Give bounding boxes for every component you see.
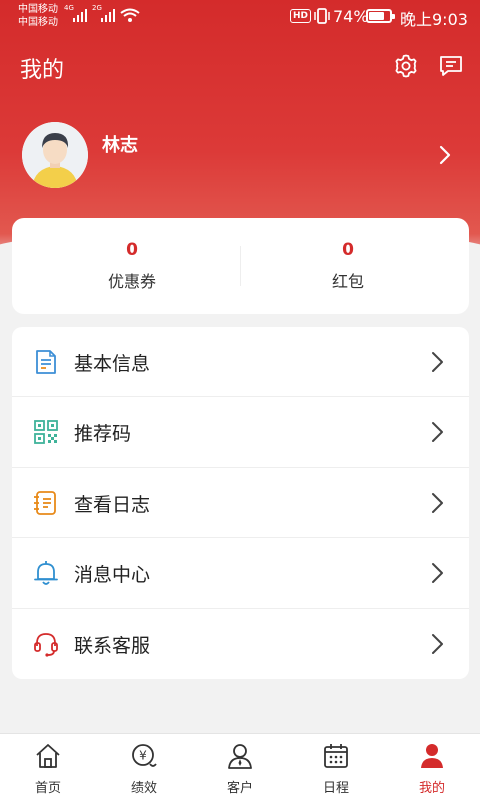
message-icon[interactable] [438, 53, 464, 79]
user-name[interactable]: 林志 [102, 131, 138, 157]
chevron-right-icon[interactable] [438, 145, 452, 165]
log-icon [34, 490, 56, 515]
vibrate-icon [314, 8, 330, 24]
signal-icon-2 [101, 9, 115, 22]
menu-list: 基本信息 推荐码 查看日志 消息中心 联系客服 [12, 327, 469, 679]
page-title: 我的 [20, 58, 65, 83]
carrier-info: 中国移动 中国移动 [18, 3, 58, 29]
bell-icon [34, 561, 58, 586]
bottom-nav: 首页 ¥ 绩效 客户 日程 我的 [0, 733, 480, 800]
menu-item-basic-info[interactable]: 基本信息 [12, 327, 469, 398]
coupon-stat[interactable]: 0 优惠券 [18, 240, 246, 292]
clock: 晚上9:03 [400, 10, 468, 29]
nav-label: 客户 [226, 781, 253, 796]
menu-item-message-center[interactable]: 消息中心 [12, 538, 469, 609]
svg-text:¥: ¥ [139, 749, 147, 763]
profile-icon [421, 744, 443, 768]
chevron-right-icon [432, 492, 443, 513]
red-packet-label: 红包 [331, 272, 364, 291]
nav-label: 首页 [34, 781, 61, 796]
nav-label: 绩效 [130, 781, 157, 796]
avatar-image [22, 122, 88, 188]
signal-icon [73, 9, 87, 22]
nav-label: 日程 [322, 781, 349, 796]
home-icon [36, 744, 60, 768]
carrier-2: 中国移动 [18, 17, 58, 28]
red-packet-stat[interactable]: 0 红包 [234, 240, 462, 292]
nav-schedule[interactable]: 日程 [288, 734, 384, 800]
carrier-1: 中国移动 [18, 4, 58, 15]
menu-label: 查看日志 [74, 493, 151, 516]
gear-icon[interactable] [393, 53, 419, 79]
chevron-right-icon [432, 633, 443, 654]
chevron-right-icon [432, 563, 443, 584]
stats-card: 0 优惠券 0 红包 [12, 218, 469, 314]
menu-label: 消息中心 [74, 564, 151, 587]
customer-icon [228, 744, 252, 769]
nav-home[interactable]: 首页 [0, 734, 96, 800]
qr-code-icon [34, 420, 58, 445]
coupon-count: 0 [126, 240, 138, 260]
chevron-right-icon [432, 352, 443, 372]
chevron-right-icon [432, 422, 443, 443]
performance-icon: ¥ [132, 744, 157, 767]
avatar[interactable] [22, 122, 88, 188]
status-bar: 中国移动 中国移动 4G 2G HD 74% 晚上9:03 [0, 0, 480, 34]
menu-label: 联系客服 [74, 634, 151, 657]
menu-item-view-logs[interactable]: 查看日志 [12, 468, 469, 539]
coupon-label: 优惠券 [107, 272, 156, 291]
calendar-icon [324, 744, 348, 768]
document-icon [36, 350, 56, 374]
menu-label: 推荐码 [74, 423, 132, 446]
hd-badge: HD [290, 9, 312, 23]
battery-icon [366, 9, 395, 23]
menu-label: 基本信息 [74, 353, 151, 375]
menu-item-customer-service[interactable]: 联系客服 [12, 609, 469, 679]
nav-profile[interactable]: 我的 [384, 734, 480, 800]
nav-label: 我的 [418, 781, 445, 796]
red-packet-count: 0 [342, 240, 354, 260]
headset-icon [34, 632, 58, 657]
wifi-icon [120, 8, 140, 22]
nav-customer[interactable]: 客户 [192, 734, 288, 800]
battery-percent: 74% [333, 7, 369, 26]
nav-performance[interactable]: ¥ 绩效 [96, 734, 192, 800]
menu-item-referral-code[interactable]: 推荐码 [12, 397, 469, 468]
